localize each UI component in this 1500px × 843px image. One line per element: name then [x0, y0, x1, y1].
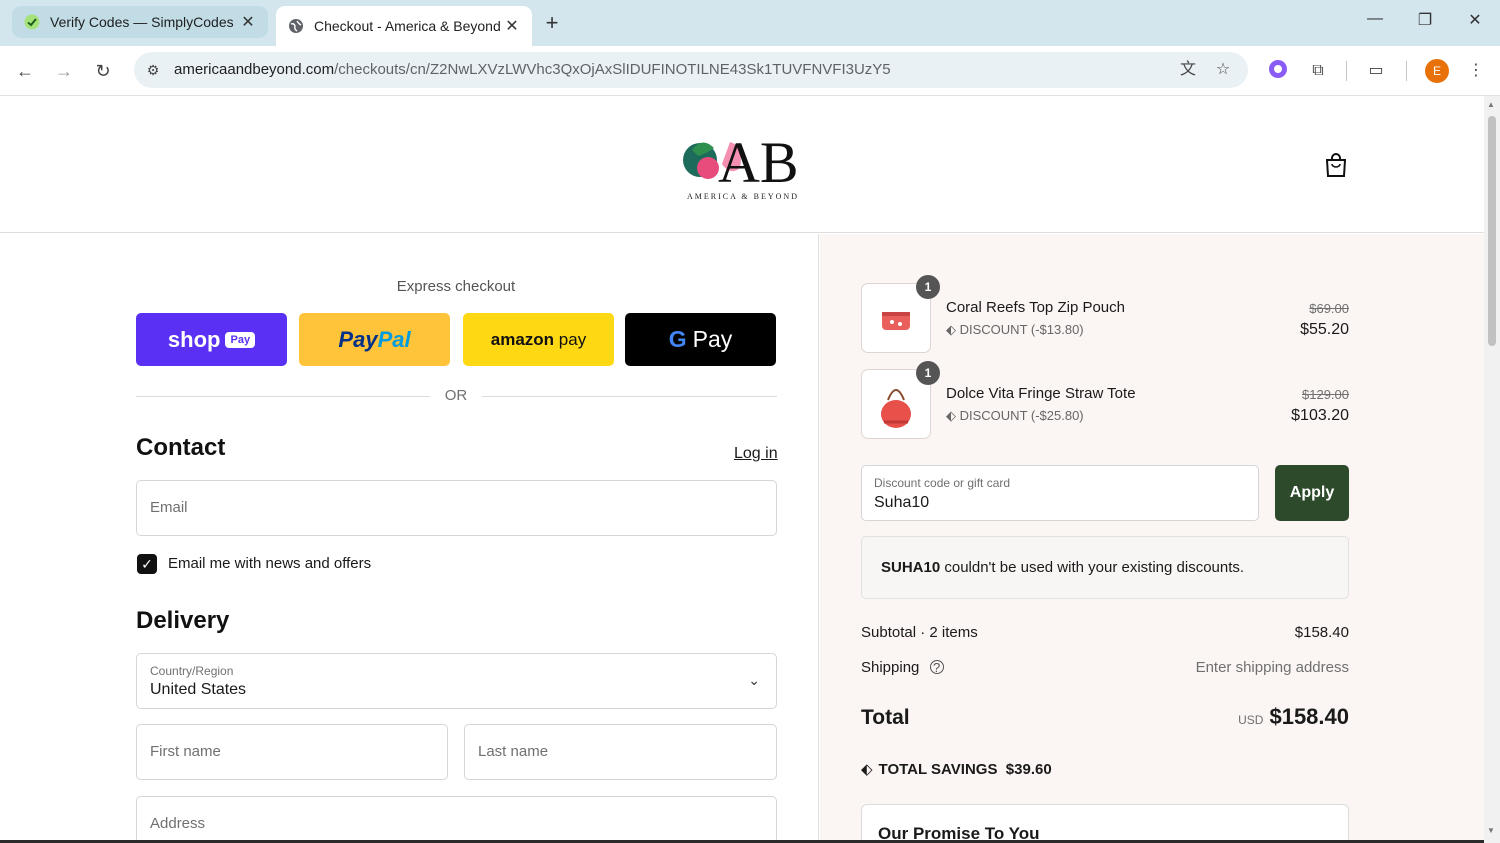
- total-label: Total: [861, 706, 910, 729]
- scrollbar-thumb[interactable]: [1488, 116, 1496, 346]
- more-menu-icon[interactable]: ⋮: [1464, 59, 1488, 83]
- profile-avatar[interactable]: E: [1425, 59, 1449, 83]
- newsletter-label: Email me with news and offers: [168, 555, 372, 572]
- translate-icon[interactable]: 文: [1177, 59, 1199, 81]
- tab-title: Checkout - America & Beyond: [314, 18, 500, 34]
- subtotal-row: Subtotal · 2 items $158.40: [861, 624, 1349, 641]
- discount-code-input[interactable]: Discount code or gift card Suha10: [861, 465, 1259, 521]
- reading-mode-icon[interactable]: ▭: [1364, 59, 1388, 83]
- product-discount: ⬖ DISCOUNT (-$25.80): [946, 408, 1084, 423]
- tab-checkout[interactable]: Checkout - America & Beyond ✕: [276, 6, 532, 46]
- total-savings: ⬖ TOTAL SAVINGS $39.60: [861, 761, 1052, 778]
- back-icon[interactable]: ←: [12, 58, 38, 84]
- reload-icon[interactable]: ↻: [90, 58, 116, 84]
- quantity-badge: 1: [916, 275, 940, 299]
- extensions-puzzle-icon[interactable]: ⧉: [1306, 59, 1330, 83]
- extension-simplycodes-icon[interactable]: [1266, 59, 1290, 83]
- shipping-row: Shipping ? Enter shipping address: [861, 659, 1349, 676]
- close-tab-icon[interactable]: ✕: [500, 16, 524, 36]
- tag-icon: ⬖: [946, 322, 956, 337]
- close-tab-icon[interactable]: ✕: [236, 12, 260, 32]
- google-g-icon: G: [668, 326, 687, 352]
- shop-pay-button[interactable]: shop Pay: [136, 313, 287, 366]
- google-pay-button[interactable]: G Pay: [625, 313, 776, 366]
- browser-tab-bar: Verify Codes — SimplyCodes ✕ Checkout - …: [0, 0, 1500, 46]
- address-field[interactable]: Address: [136, 796, 777, 843]
- cart-item: 1 Dolce Vita Fringe Straw Tote ⬖ DISCOUN…: [861, 361, 1349, 441]
- or-divider-text: OR: [430, 387, 482, 404]
- checkout-form: Express checkout shop Pay Pay Pal amazon p…: [0, 234, 819, 843]
- delivery-heading: Delivery: [136, 607, 230, 634]
- paypal-button[interactable]: Pay Pal: [299, 313, 450, 366]
- discounted-price: $55.20: [1300, 321, 1349, 338]
- forward-icon[interactable]: →: [51, 58, 77, 84]
- order-summary: 1 Coral Reefs Top Zip Pouch ⬖ DISCOUNT (…: [820, 234, 1484, 843]
- chevron-down-icon: ⌄: [748, 672, 760, 688]
- amazon-pay-button[interactable]: amazon pay: [463, 313, 614, 366]
- toolbar-divider: [1346, 61, 1347, 81]
- tab-simplycodes[interactable]: Verify Codes — SimplyCodes ✕: [12, 6, 268, 38]
- cart-item: 1 Coral Reefs Top Zip Pouch ⬖ DISCOUNT (…: [861, 275, 1349, 355]
- globe-icon: [288, 18, 304, 34]
- product-discount: ⬖ DISCOUNT (-$13.80): [946, 322, 1084, 337]
- express-checkout-label: Express checkout: [396, 278, 516, 295]
- logo-letters: AB: [718, 130, 799, 190]
- original-price: $129.00: [1302, 387, 1349, 402]
- address-bar[interactable]: ⚙ americaandbeyond.com/checkouts/cn/Z2Nw…: [134, 52, 1248, 88]
- email-field[interactable]: Email: [136, 480, 777, 536]
- close-window-icon[interactable]: ✕: [1460, 10, 1490, 30]
- promise-card: Our Promise To You: [861, 804, 1349, 843]
- tag-icon: ⬖: [946, 408, 956, 423]
- logo-subtitle: AMERICA & BEYOND: [686, 192, 799, 201]
- restore-icon[interactable]: ❐: [1410, 10, 1440, 30]
- product-name: Coral Reefs Top Zip Pouch: [946, 299, 1125, 316]
- shopping-bag-icon[interactable]: [1324, 152, 1348, 178]
- site-info-icon[interactable]: ⚙: [142, 59, 164, 81]
- checkout-page: AB AMERICA & BEYOND Express checkout sho…: [0, 96, 1484, 843]
- discount-error-message: SUHA10 couldn't be used with your existi…: [861, 536, 1349, 599]
- login-link[interactable]: Log in: [734, 445, 778, 463]
- toolbar-divider: [1406, 61, 1407, 81]
- simplycodes-favicon-icon: [24, 14, 40, 30]
- total-value: USD $158.40: [1238, 704, 1349, 729]
- page-scrollbar[interactable]: ▲ ▼: [1484, 96, 1500, 843]
- last-name-field[interactable]: Last name: [464, 724, 777, 780]
- bookmark-star-icon[interactable]: ☆: [1212, 59, 1234, 81]
- product-name: Dolce Vita Fringe Straw Tote: [946, 385, 1136, 402]
- tab-title: Verify Codes — SimplyCodes: [50, 14, 234, 30]
- store-logo[interactable]: AB AMERICA & BEYOND: [678, 124, 808, 204]
- scroll-up-icon[interactable]: ▲: [1487, 100, 1495, 109]
- first-name-field[interactable]: First name: [136, 724, 448, 780]
- quantity-badge: 1: [916, 361, 940, 385]
- apply-discount-button[interactable]: Apply: [1275, 465, 1349, 521]
- browser-toolbar: ← → ↻ ⚙ americaandbeyond.com/checkouts/c…: [0, 46, 1500, 96]
- tag-icon: ⬖: [861, 761, 873, 778]
- contact-heading: Contact: [136, 434, 226, 461]
- url-text[interactable]: americaandbeyond.com/checkouts/cn/Z2NwLX…: [174, 61, 891, 78]
- original-price: $69.00: [1309, 301, 1349, 316]
- minimize-icon[interactable]: —: [1360, 10, 1390, 28]
- new-tab-icon[interactable]: +: [540, 10, 564, 36]
- newsletter-checkbox[interactable]: ✓: [137, 554, 157, 574]
- discounted-price: $103.20: [1291, 407, 1349, 424]
- store-header: AB AMERICA & BEYOND: [0, 96, 1484, 233]
- help-circle-icon[interactable]: ?: [929, 660, 944, 674]
- country-select[interactable]: Country/Region United States ⌄: [136, 653, 777, 709]
- scroll-down-icon[interactable]: ▼: [1487, 826, 1495, 835]
